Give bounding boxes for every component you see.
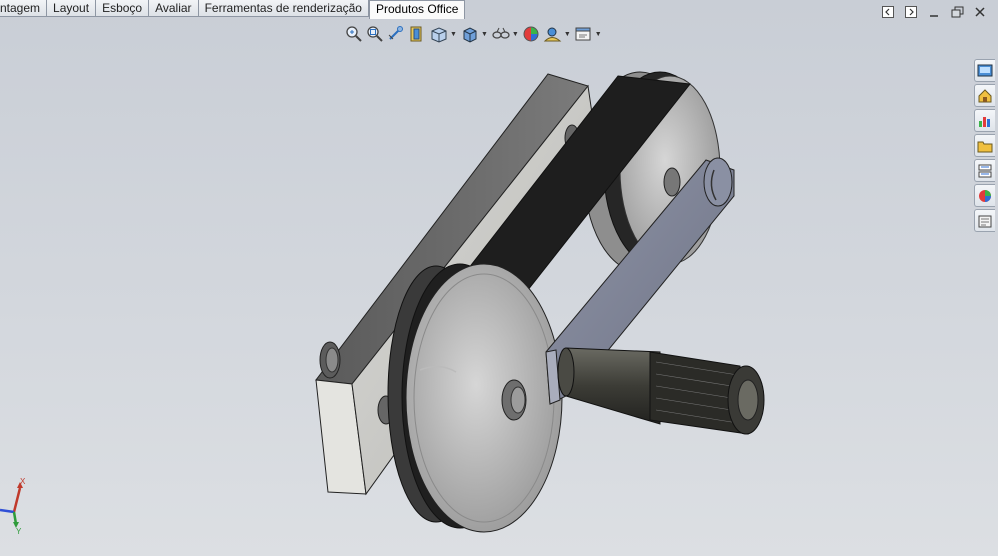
lower-pulley[interactable] xyxy=(387,263,563,533)
triad-y-label: Y xyxy=(16,527,22,536)
model-viewport[interactable] xyxy=(0,0,998,556)
triad-x-label: X xyxy=(20,477,26,486)
bolt-lower[interactable] xyxy=(319,341,341,379)
crank-handle[interactable] xyxy=(557,347,765,435)
reference-triad[interactable]: X Y xyxy=(0,476,40,536)
